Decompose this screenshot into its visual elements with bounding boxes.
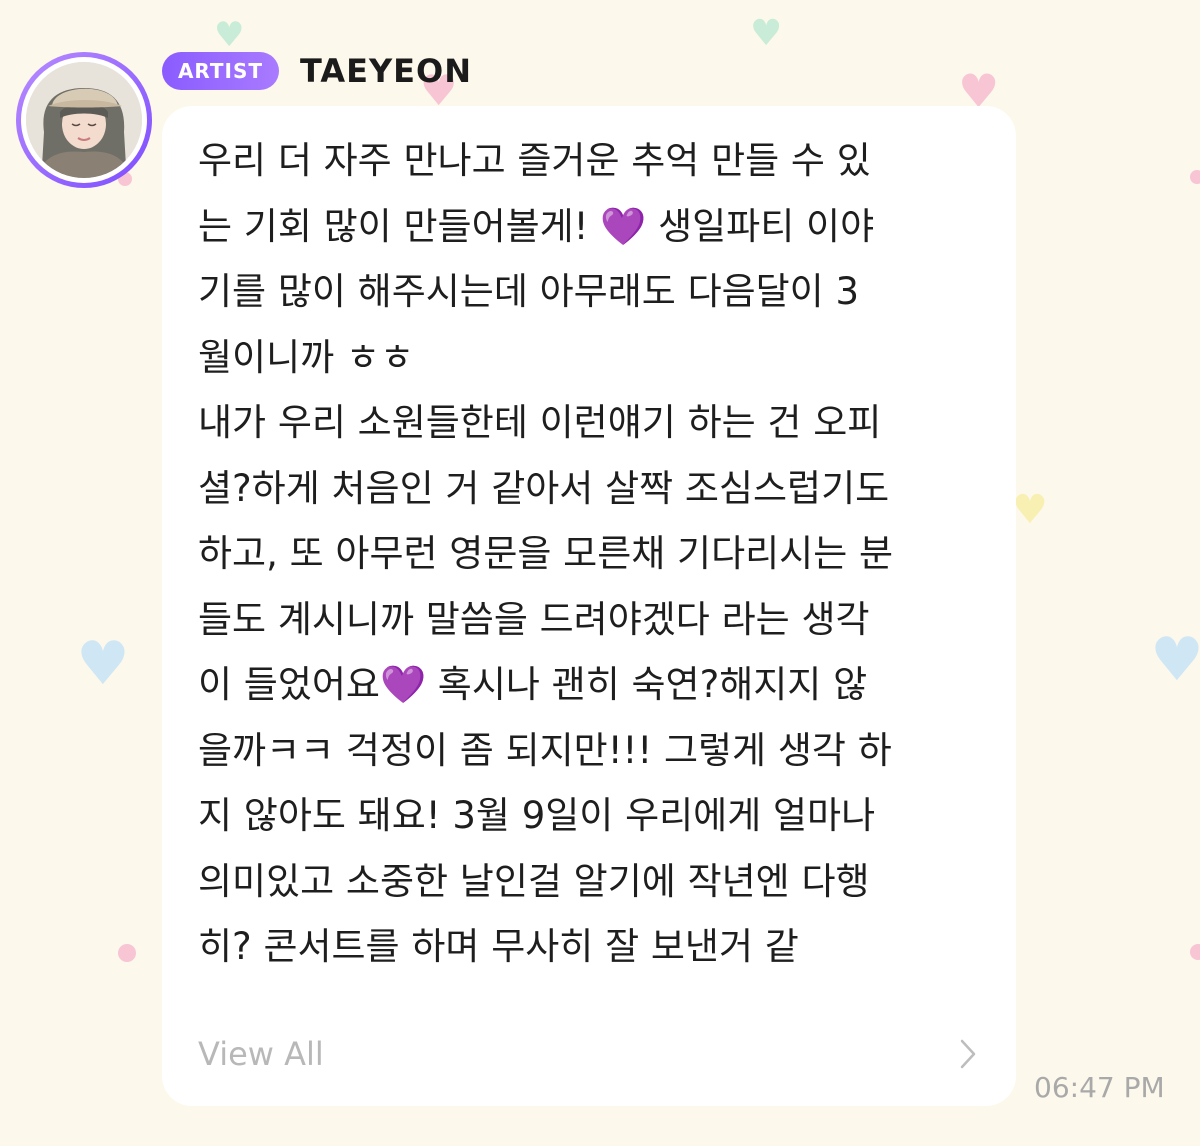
- message-line: 이 들었어요💜 혹시나 괜히 숙연?해지지 않: [198, 663, 868, 706]
- avatar[interactable]: [16, 52, 152, 188]
- message-line: 하고, 또 아무런 영문을 모른채 기다리시는 분: [198, 532, 894, 575]
- heart-icon: ♥: [750, 13, 783, 54]
- message-timestamp: 06:47 PM: [1034, 1071, 1165, 1104]
- message-line: 의미있고 소중한 날인걸 알기에 작년엔 다행: [198, 859, 870, 903]
- message-line: 우리 더 자주 만나고 즐거운 추억 만들 수 있: [198, 139, 871, 182]
- artist-badge: ARTIST: [162, 52, 279, 90]
- decor-dot: [1190, 944, 1200, 960]
- decor-dot: [118, 944, 136, 962]
- view-all-link[interactable]: View All: [198, 1032, 324, 1076]
- message-line: 을까ㅋㅋ 걱정이 좀 되지만!!! 그렇게 생각 하: [198, 728, 892, 772]
- message-line: 기를 많이 해주시는데 아무래도 다음달이 3: [198, 270, 860, 313]
- message-line: 내가 우리 소원들한테 이런얘기 하는 건 오피: [198, 401, 882, 444]
- profile-photo: [26, 62, 142, 178]
- message-line: 히? 콘서트를 하며 무사히 잘 보낸거 같: [198, 925, 799, 968]
- message-line: 는 기회 많이 만들어볼게! 💜 생일파티 이야: [198, 204, 875, 248]
- artist-name[interactable]: TAEYEON: [300, 50, 472, 92]
- avatar-photo: [26, 62, 142, 178]
- message-text: 우리 더 자주 만나고 즐거운 추억 만들 수 있 는 기회 많이 만들어볼게!…: [198, 128, 998, 980]
- message-line: 지 않아도 돼요! 3월 9일이 우리에게 얼마나: [198, 794, 876, 837]
- heart-icon: ♥: [76, 629, 130, 699]
- message-line: 들도 계시니까 말씀을 드려야겠다 라는 생각: [198, 597, 870, 641]
- heart-icon: ♥: [214, 15, 245, 55]
- heart-icon: ♥: [1012, 487, 1048, 533]
- message-line: 월이니까 ㅎㅎ: [198, 335, 415, 379]
- message-line: 셜?하게 처음인 거 같아서 살짝 조심스럽기도: [198, 466, 890, 510]
- avatar-frame: [21, 57, 147, 183]
- heart-icon: ♥: [1150, 625, 1200, 695]
- chevron-right-icon[interactable]: [958, 1038, 978, 1070]
- decor-dot: [1190, 170, 1200, 184]
